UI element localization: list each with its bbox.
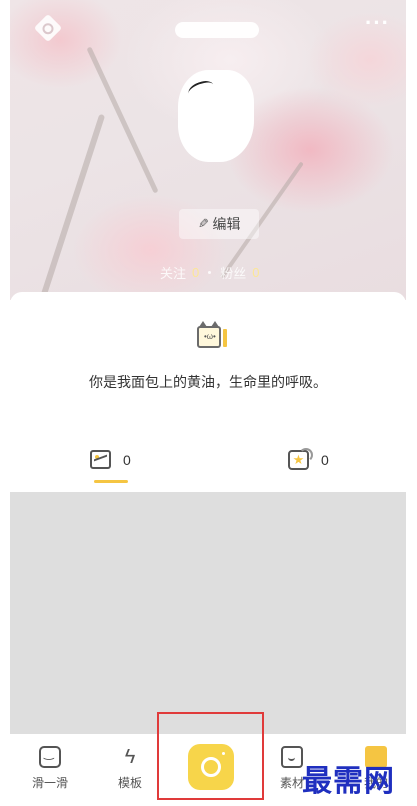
camera-highlight-box [157, 712, 264, 800]
mascot-face: •ω• [204, 332, 216, 341]
nav-label-template: 模板 [117, 776, 142, 790]
fans-count: 0 [252, 265, 260, 280]
mascot-side [223, 329, 227, 347]
fans-label[interactable]: 粉丝 [220, 263, 246, 282]
nav-label-material: 素材 [279, 776, 304, 790]
mascot-icon: •ω• [197, 321, 227, 348]
profile-cover: ··· ✎ 编辑 关注 0 粉丝 0 [10, 0, 406, 300]
bolt-icon: ϟ [124, 746, 136, 768]
material-icon [281, 746, 303, 768]
username-redacted [175, 22, 259, 38]
tab-works[interactable]: 0 [90, 450, 131, 469]
following-count: 0 [192, 265, 200, 280]
more-options-icon[interactable]: ··· [365, 12, 390, 34]
nav-label-slide: 滑一滑 [31, 776, 68, 790]
nav-item-slide[interactable]: 滑一滑 [20, 746, 80, 791]
likes-count: 0 [321, 452, 329, 468]
profile-card: •ω• 你是我面包上的黄油，生命里的呼吸。 0 ★ 0 [10, 292, 406, 492]
profile-bio: 你是我面包上的黄油，生命里的呼吸。 [89, 374, 327, 390]
settings-icon[interactable] [33, 13, 63, 43]
works-count: 0 [123, 451, 131, 468]
branch-decoration [40, 113, 106, 297]
works-gallery [10, 492, 406, 734]
following-label[interactable]: 关注 [160, 263, 186, 282]
edit-label: 编辑 [212, 216, 241, 232]
tab-likes[interactable]: ★ 0 [288, 448, 329, 470]
avatar-mark [186, 77, 216, 101]
pencil-icon: ✎ [197, 216, 209, 231]
edit-profile-button[interactable]: ✎ 编辑 [179, 209, 259, 239]
avatar[interactable] [178, 70, 254, 162]
follow-stats: 关注 0 粉丝 0 [160, 263, 260, 282]
slide-icon [39, 746, 61, 768]
star-icon: ★ [288, 448, 313, 470]
nav-item-template[interactable]: ϟ 模板 [100, 746, 160, 791]
active-tab-indicator [94, 480, 128, 483]
stats-separator [208, 271, 212, 274]
watermark-text: 最需网 [302, 764, 395, 799]
image-icon [90, 450, 111, 469]
